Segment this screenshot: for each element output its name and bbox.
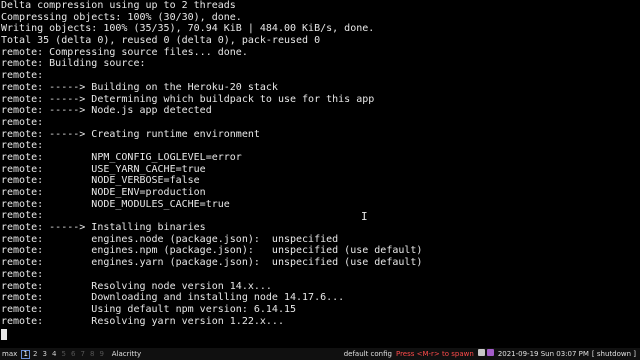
system-tray bbox=[477, 348, 496, 360]
workspace-button-2[interactable]: 2 bbox=[31, 348, 40, 360]
terminal-line: remote: Using default npm version: 6.14.… bbox=[1, 303, 297, 315]
workspace-button-4[interactable]: 4 bbox=[50, 348, 59, 360]
terminal-line: remote: Downloading and installing node … bbox=[1, 292, 345, 304]
terminal-line: remote: -----> Node.js app detected bbox=[1, 105, 212, 117]
terminal-window[interactable]: Delta compression using up to 2 threads C… bbox=[0, 0, 640, 348]
terminal-line: remote: NPM_CONFIG_LOGLEVEL=error bbox=[1, 151, 242, 163]
terminal-line: remote: bbox=[1, 70, 44, 82]
terminal-line: remote: -----> Determining which buildpa… bbox=[1, 93, 375, 105]
status-bar-left: max 123456789 Alacritty bbox=[2, 348, 141, 360]
terminal-line: remote: engines.node (package.json): uns… bbox=[1, 233, 339, 245]
terminal-line: remote: Resolving node version 14.x... bbox=[1, 280, 272, 292]
clock-tray-icon[interactable] bbox=[486, 349, 494, 356]
terminal-line: remote: USE_YARN_CACHE=true bbox=[1, 163, 206, 175]
terminal-tray-icon[interactable] bbox=[477, 349, 485, 356]
shutdown-button[interactable]: [ shutdown ] bbox=[592, 348, 636, 360]
clock-datetime: 2021-09-19 Sun 03:07 PM bbox=[497, 350, 589, 358]
workspace-button-1[interactable]: 1 bbox=[21, 350, 31, 359]
terminal-line: Compressing objects: 100% (30/30), done. bbox=[1, 11, 242, 23]
terminal-output: Delta compression using up to 2 threads C… bbox=[1, 0, 422, 327]
terminal-line: remote: NODE_VERBOSE=false bbox=[1, 175, 200, 187]
config-name: default config bbox=[343, 350, 392, 358]
layout-indicator[interactable]: max bbox=[2, 348, 17, 360]
workspace-button-3[interactable]: 3 bbox=[40, 348, 49, 360]
terminal-line: remote: NODE_ENV=production bbox=[1, 187, 206, 198]
status-bar: max 123456789 Alacritty default config P… bbox=[0, 348, 640, 360]
workspace-button-8[interactable]: 8 bbox=[88, 348, 97, 360]
terminal-line: remote: engines.yarn (package.json): uns… bbox=[1, 257, 423, 269]
status-bar-right: default config Press <M-r> to spawn 2021… bbox=[344, 348, 636, 360]
terminal-line: Total 35 (delta 0), reused 0 (delta 0), … bbox=[1, 35, 321, 47]
terminal-cursor bbox=[1, 329, 7, 340]
terminal-line: remote: Compressing source files... done… bbox=[1, 46, 248, 58]
terminal-line: Delta compression using up to 2 threads bbox=[1, 0, 236, 11]
desktop-screen: Delta compression using up to 2 threads C… bbox=[0, 0, 640, 360]
terminal-line: remote: bbox=[1, 140, 44, 152]
terminal-line: Writing objects: 100% (35/35), 70.94 KiB… bbox=[1, 23, 375, 35]
workspace-button-6[interactable]: 6 bbox=[69, 348, 78, 360]
workspace-list: 123456789 bbox=[21, 348, 107, 360]
mouse-ibeam-cursor-icon: I bbox=[361, 210, 368, 223]
window-title: Alacritty bbox=[111, 350, 142, 358]
terminal-line: remote: Resolving yarn version 1.22.x... bbox=[1, 315, 284, 327]
terminal-line: remote: Building source: bbox=[1, 58, 146, 70]
workspace-button-7[interactable]: 7 bbox=[78, 348, 87, 360]
terminal-line: remote: NODE_MODULES_CACHE=true bbox=[1, 198, 230, 210]
terminal-line: remote: engines.npm (package.json): unsp… bbox=[1, 245, 423, 257]
terminal-line: remote: -----> Installing binaries bbox=[1, 222, 206, 234]
terminal-line: remote: -----> Building on the Heroku-20… bbox=[1, 81, 278, 93]
workspace-button-5[interactable]: 5 bbox=[59, 348, 68, 360]
spawn-hint[interactable]: Press <M-r> to spawn bbox=[396, 348, 474, 360]
terminal-line: remote: bbox=[1, 116, 44, 128]
terminal-line: remote: -----> Creating runtime environm… bbox=[1, 128, 260, 140]
terminal-line: remote: bbox=[1, 210, 44, 222]
workspace-button-9[interactable]: 9 bbox=[97, 348, 106, 360]
terminal-line: remote: bbox=[1, 268, 44, 280]
